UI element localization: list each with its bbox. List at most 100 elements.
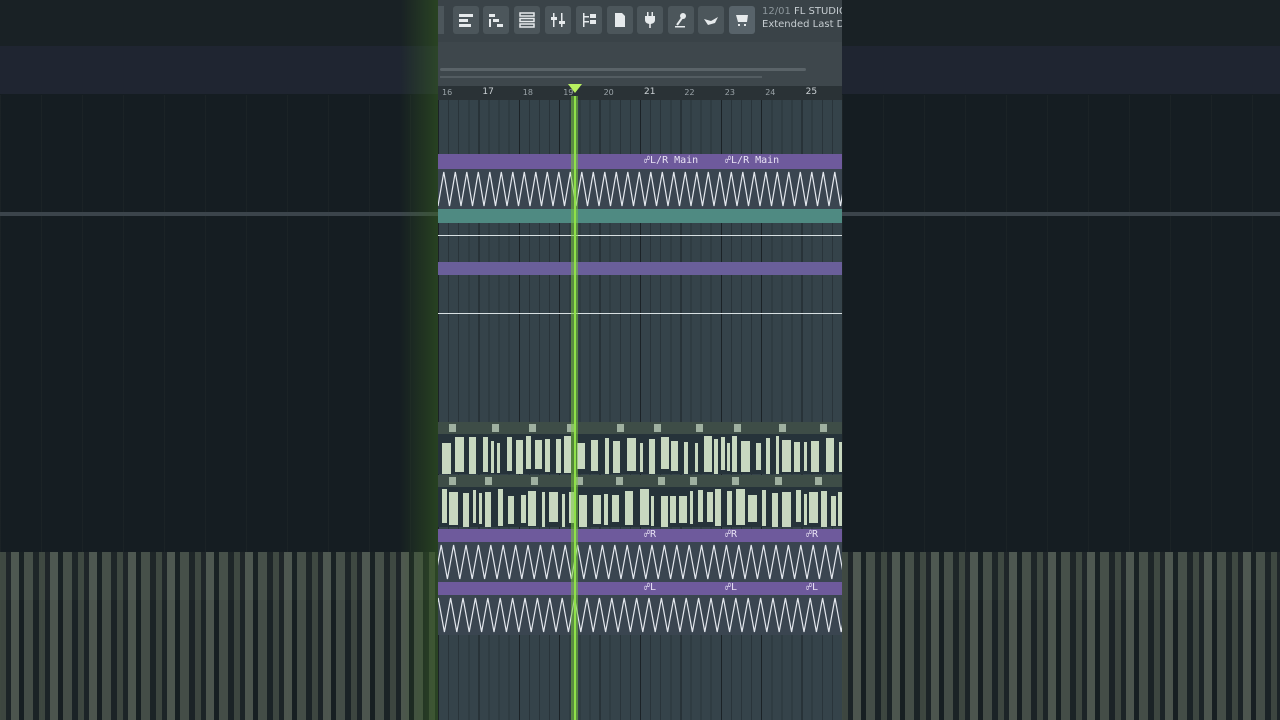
waveform-slice — [698, 490, 703, 522]
channel-rack-icon — [519, 12, 535, 28]
waveform-slice — [695, 443, 698, 472]
blurred-background-right — [842, 0, 1280, 720]
waveform-slice — [535, 440, 542, 469]
slice-marker-icon[interactable] — [734, 424, 741, 432]
waveform-slice — [732, 436, 737, 472]
waveform-slice — [627, 438, 636, 471]
slice-marker-icon[interactable] — [779, 424, 786, 432]
playlist-button[interactable] — [453, 6, 479, 34]
waveform-slice — [469, 437, 476, 474]
waveform-slice — [714, 439, 718, 474]
slice-marker-icon[interactable] — [658, 477, 665, 485]
plugin-button[interactable] — [637, 6, 663, 34]
waveform-slice — [604, 494, 608, 525]
audio-waveform-2 — [438, 475, 842, 527]
slice-marker-icon[interactable] — [820, 424, 827, 432]
waveform-slice — [640, 443, 643, 472]
ruler-bar-18: 18 — [522, 88, 533, 97]
slice-marker-icon[interactable] — [616, 477, 623, 485]
piano-roll-button[interactable] — [483, 6, 509, 34]
waveform-slice — [727, 491, 732, 525]
waveform-slice — [782, 440, 791, 472]
project-file-icon — [615, 13, 625, 27]
automation-curve-lr-main — [438, 171, 842, 207]
ruler-bar-20: 20 — [603, 88, 614, 97]
clip-label-r-1: ☍R — [644, 529, 657, 540]
waveform-slice — [831, 496, 836, 526]
waveform-slice — [542, 492, 545, 527]
record-input-button[interactable] — [668, 6, 694, 34]
slice-marker-icon[interactable] — [732, 477, 739, 485]
slice-marker-icon[interactable] — [775, 477, 782, 485]
slice-marker-icon[interactable] — [529, 424, 536, 432]
horizontal-scrollbar[interactable] — [440, 68, 806, 71]
waveform-slice — [756, 443, 761, 470]
ruler-bar-22: 22 — [684, 88, 695, 97]
waveform-slice — [727, 443, 730, 471]
automation-clip-l[interactable] — [438, 595, 842, 635]
waveform-slice — [562, 494, 565, 527]
audio-waveform-1 — [438, 422, 842, 474]
shop-button[interactable] — [729, 6, 755, 34]
playhead-marker[interactable] — [568, 84, 582, 93]
ruler-bar-21: 21 — [644, 87, 656, 97]
slice-marker-icon[interactable] — [485, 477, 492, 485]
ruler-bar-25: 25 — [805, 87, 818, 97]
slice-marker-icon[interactable] — [449, 477, 456, 485]
playhead-line[interactable] — [574, 96, 576, 720]
channel-rack-button[interactable] — [514, 6, 540, 34]
project-button[interactable] — [607, 6, 633, 34]
waveform-slice — [612, 495, 619, 522]
waveform-slice — [545, 439, 550, 472]
clip-label-lr-main-2: ☍L/R Main — [725, 155, 780, 166]
waveform-slice — [839, 442, 842, 472]
slice-marker-icon[interactable] — [531, 477, 538, 485]
automation-clip-header-r[interactable]: ☍R ☍R ☍R — [438, 529, 842, 542]
zoom-scrollbar[interactable] — [440, 76, 762, 78]
flat-automation-line-2 — [438, 313, 842, 314]
waveform-slice — [721, 437, 725, 470]
automation-clip-header-lr-main[interactable]: ☍L/R Main ☍L/R Main — [438, 154, 842, 169]
automation-curve-l — [438, 597, 842, 633]
browser-button[interactable] — [576, 6, 602, 34]
waveform-slice — [804, 494, 807, 525]
waveform-slice — [671, 441, 678, 471]
waveform-slice — [651, 496, 654, 526]
pattern-clip-purple[interactable] — [438, 262, 842, 275]
waveform-slice — [564, 436, 571, 473]
pattern-clip-teal[interactable] — [438, 209, 842, 223]
slice-marker-icon[interactable] — [815, 477, 822, 485]
browser-tree-icon — [583, 13, 596, 27]
automation-curve-path — [438, 597, 842, 633]
waveform-slice — [556, 439, 561, 473]
waveform-slice — [826, 438, 834, 472]
waveform-slice — [707, 492, 713, 522]
slice-marker-icon[interactable] — [696, 424, 703, 432]
help-button[interactable] — [698, 6, 724, 34]
clip-label-lr-main-1: ☍L/R Main — [644, 155, 699, 166]
slice-marker-icon[interactable] — [617, 424, 624, 432]
clip-label-l-2: ☍L — [725, 582, 738, 593]
waveform-slice — [772, 493, 778, 527]
timeline-ruler[interactable]: 16 17 18 19 20 21 22 23 24 25 — [438, 86, 842, 100]
mixer-button[interactable] — [545, 6, 571, 34]
slice-marker-icon[interactable] — [492, 424, 499, 432]
slice-marker-icon[interactable] — [690, 477, 697, 485]
waveform-slice — [491, 441, 494, 473]
automation-clip-lr-main[interactable] — [438, 169, 842, 209]
waveform-slice — [670, 496, 676, 523]
slice-marker-icon[interactable] — [449, 424, 456, 432]
toolbar-edge — [438, 6, 444, 34]
ruler-bar-23: 23 — [724, 88, 735, 97]
waveform-slice — [796, 490, 801, 522]
automation-clip-r[interactable] — [438, 542, 842, 582]
audio-clip-track-2[interactable] — [438, 475, 842, 527]
slice-marker-icon[interactable] — [654, 424, 661, 432]
waveform-slice — [811, 441, 819, 472]
playlist-subbar — [438, 42, 842, 86]
audio-clip-track-1[interactable] — [438, 422, 842, 474]
hint-time: 12/01 — [762, 6, 791, 17]
automation-clip-header-l[interactable]: ☍L ☍L ☍L — [438, 582, 842, 595]
hint-subtitle: Extended Last Da — [762, 19, 842, 30]
waveform-slice — [736, 489, 745, 525]
